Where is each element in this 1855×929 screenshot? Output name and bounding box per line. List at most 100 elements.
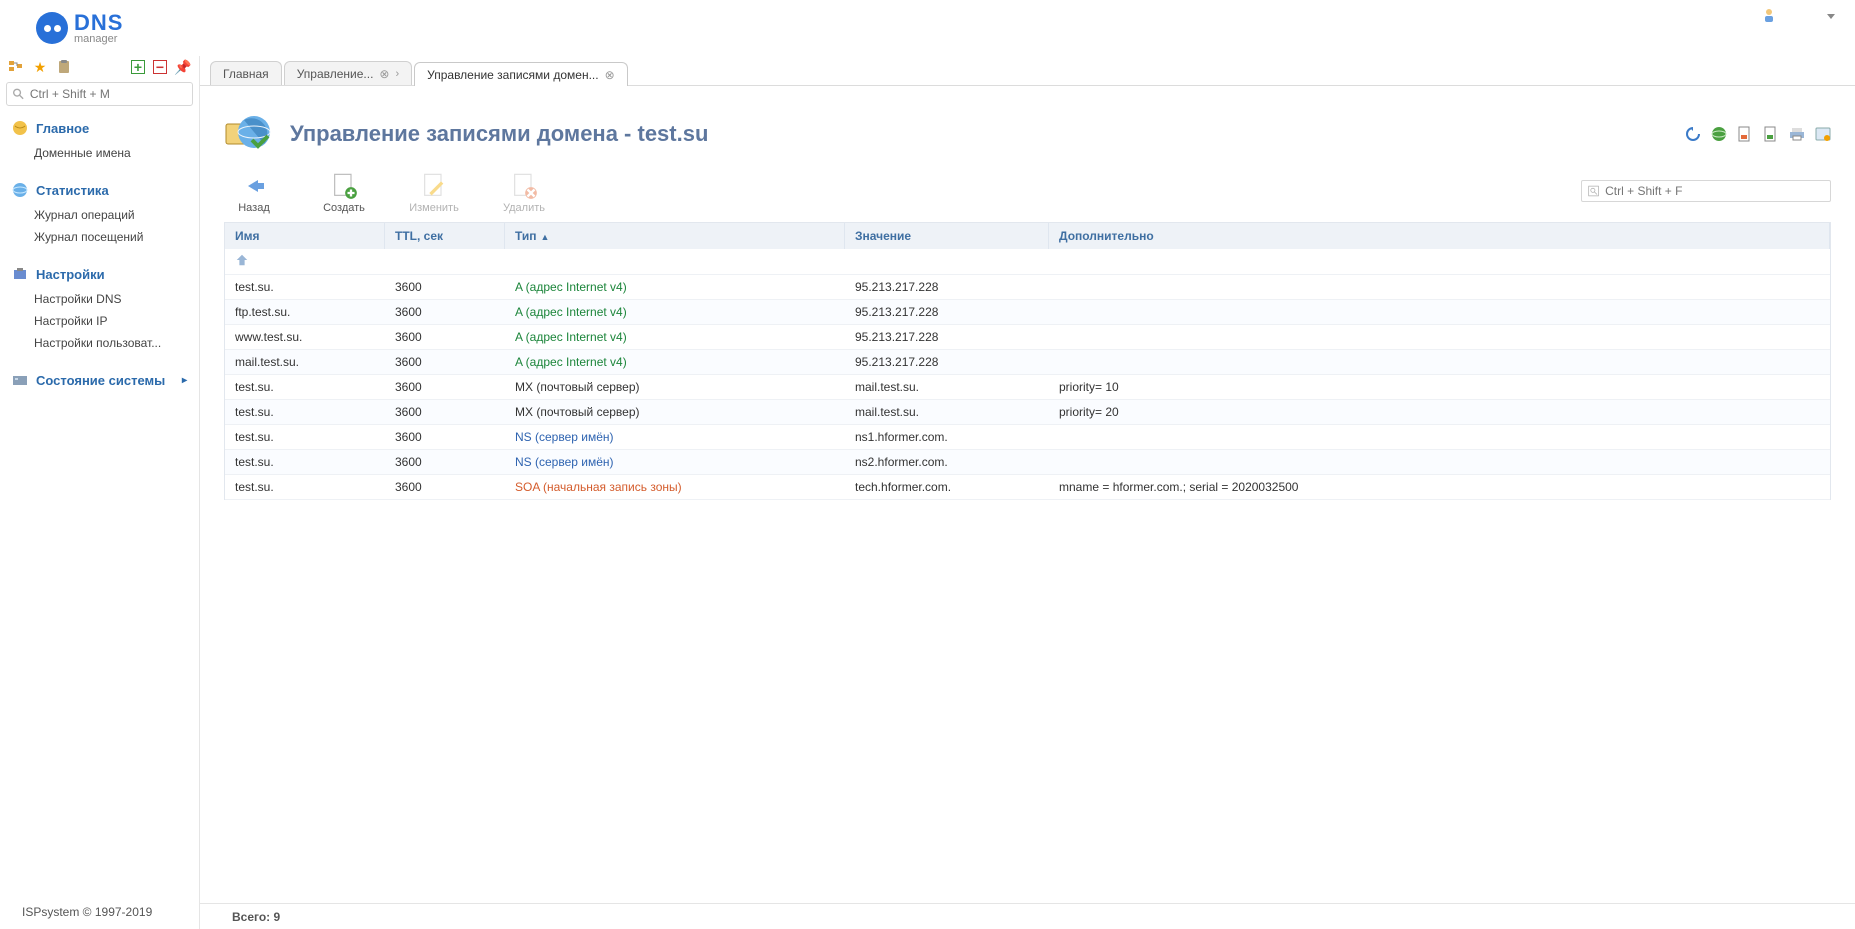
- table-row[interactable]: test.su.3600NS (сервер имён)ns1.hformer.…: [225, 425, 1830, 450]
- table-row[interactable]: test.su.3600NS (сервер имён)ns2.hformer.…: [225, 450, 1830, 475]
- cell: mname = hformer.com.; serial = 202003250…: [1049, 478, 1830, 496]
- cell: test.su.: [225, 428, 385, 446]
- doc2-icon[interactable]: [1763, 126, 1779, 142]
- nav-item[interactable]: Настройки DNS: [0, 288, 199, 310]
- create-button[interactable]: Создать: [314, 174, 374, 214]
- main-panel: Главная Управление... ⊗ › Управление записям…: [200, 56, 1855, 929]
- cell: 3600: [385, 478, 505, 496]
- star-icon[interactable]: ★: [32, 59, 48, 75]
- cell: [1049, 328, 1830, 346]
- cell: NS (сервер имён): [505, 428, 845, 446]
- table-row[interactable]: www.test.su.3600A (адрес Internet v4)95.…: [225, 325, 1830, 350]
- nav-group-icon: [12, 372, 28, 388]
- table-row[interactable]: test.su.3600SOA (начальная запись зоны)t…: [225, 475, 1830, 500]
- sidebar-tools: ★ + − 📌: [0, 56, 199, 78]
- filter-icon: [1588, 185, 1599, 197]
- expand-icon[interactable]: +: [131, 60, 145, 74]
- collapse-icon[interactable]: −: [153, 60, 167, 74]
- tab-label: Управление...: [297, 67, 374, 81]
- tab[interactable]: Главная: [210, 61, 282, 85]
- logo-text-manager: manager: [74, 34, 123, 45]
- cell: 3600: [385, 403, 505, 421]
- cell: NS (сервер имён): [505, 453, 845, 471]
- tab[interactable]: Управление... ⊗ ›: [284, 61, 412, 85]
- table-header: Имя TTL, сек Тип▲ Значение Дополнительно: [225, 223, 1830, 249]
- col-ttl[interactable]: TTL, сек: [385, 223, 505, 249]
- print-icon[interactable]: [1789, 126, 1805, 142]
- nav-group-title[interactable]: Состояние системы▸: [0, 366, 199, 394]
- cell: [1049, 428, 1830, 446]
- table-row[interactable]: test.su.3600MX (почтовый сервер)mail.tes…: [225, 375, 1830, 400]
- tab[interactable]: Управление записями домен... ⊗: [414, 62, 628, 86]
- tab-label: Главная: [223, 67, 269, 81]
- table-search[interactable]: [1581, 180, 1831, 202]
- delete-icon: [510, 174, 538, 198]
- cell: mail.test.su.: [845, 403, 1049, 421]
- table-row[interactable]: test.su.3600A (адрес Internet v4)95.213.…: [225, 275, 1830, 300]
- cell: [1049, 303, 1830, 321]
- cell: 3600: [385, 428, 505, 446]
- globe-icon[interactable]: [1711, 126, 1727, 142]
- table-search-input[interactable]: [1605, 184, 1824, 198]
- nav-group-title[interactable]: Главное: [0, 114, 199, 142]
- cell: test.su.: [225, 378, 385, 396]
- nav-group-title[interactable]: Статистика: [0, 176, 199, 204]
- cell: MX (почтовый сервер): [505, 403, 845, 421]
- page-header: Управление записями домена - test.su: [200, 86, 1855, 166]
- settings-icon[interactable]: [1815, 126, 1831, 142]
- col-type[interactable]: Тип▲: [505, 223, 845, 249]
- tab-close-icon[interactable]: ⊗: [605, 68, 615, 82]
- cell: ftp.test.su.: [225, 303, 385, 321]
- cell: 3600: [385, 453, 505, 471]
- table-row[interactable]: ftp.test.su.3600A (адрес Internet v4)95.…: [225, 300, 1830, 325]
- page-tools: [1685, 126, 1831, 142]
- table-row[interactable]: test.su.3600MX (почтовый сервер)mail.tes…: [225, 400, 1830, 425]
- nav-item[interactable]: Настройки IP: [0, 310, 199, 332]
- logo-icon: [36, 12, 68, 44]
- nav-group-icon: [12, 266, 28, 282]
- cell: [1049, 453, 1830, 471]
- nav-item[interactable]: Доменные имена: [0, 142, 199, 164]
- cell: MX (почтовый сервер): [505, 378, 845, 396]
- user-icon[interactable]: [1761, 8, 1777, 24]
- table-up-row[interactable]: [225, 249, 1830, 275]
- nav-item[interactable]: Журнал операций: [0, 204, 199, 226]
- page-title: Управление записями домена - test.su: [290, 121, 708, 147]
- nav-item[interactable]: Настройки пользоват...: [0, 332, 199, 354]
- table-row[interactable]: mail.test.su.3600A (адрес Internet v4)95…: [225, 350, 1830, 375]
- records-table: Имя TTL, сек Тип▲ Значение Дополнительно…: [224, 222, 1831, 500]
- cell: 95.213.217.228: [845, 353, 1049, 371]
- chevron-right-icon: ›: [395, 68, 399, 80]
- tab-label: Управление записями домен...: [427, 68, 598, 82]
- tabs-bar: Главная Управление... ⊗ › Управление записям…: [200, 56, 1855, 86]
- cell: test.su.: [225, 453, 385, 471]
- cell: 95.213.217.228: [845, 278, 1049, 296]
- col-name[interactable]: Имя: [225, 223, 385, 249]
- nav-group-label: Главное: [36, 121, 89, 136]
- nav-group-title[interactable]: Настройки: [0, 260, 199, 288]
- cell: 95.213.217.228: [845, 303, 1049, 321]
- clipboard-icon[interactable]: [56, 59, 72, 75]
- pin-icon[interactable]: 📌: [175, 59, 191, 75]
- tree-icon[interactable]: [8, 59, 24, 75]
- cell: tech.hformer.com.: [845, 478, 1049, 496]
- cell: SOA (начальная запись зоны): [505, 478, 845, 496]
- refresh-icon[interactable]: [1685, 126, 1701, 142]
- sidebar-search-input[interactable]: [30, 87, 186, 101]
- delete-label: Удалить: [503, 202, 545, 214]
- user-menu-caret-icon[interactable]: [1827, 14, 1835, 19]
- nav-item[interactable]: Журнал посещений: [0, 226, 199, 248]
- cell: 3600: [385, 303, 505, 321]
- back-button[interactable]: Назад: [224, 174, 284, 214]
- app-header: DNS manager: [0, 0, 1855, 56]
- app-logo: DNS manager: [36, 12, 123, 45]
- col-value[interactable]: Значение: [845, 223, 1049, 249]
- cell: A (адрес Internet v4): [505, 353, 845, 371]
- nav-group-label: Статистика: [36, 183, 109, 198]
- col-extra[interactable]: Дополнительно: [1049, 223, 1830, 249]
- cell: ns1.hformer.com.: [845, 428, 1049, 446]
- doc1-icon[interactable]: [1737, 126, 1753, 142]
- cell: A (адрес Internet v4): [505, 303, 845, 321]
- sidebar-search[interactable]: [6, 82, 193, 106]
- tab-close-icon[interactable]: ⊗: [379, 67, 389, 81]
